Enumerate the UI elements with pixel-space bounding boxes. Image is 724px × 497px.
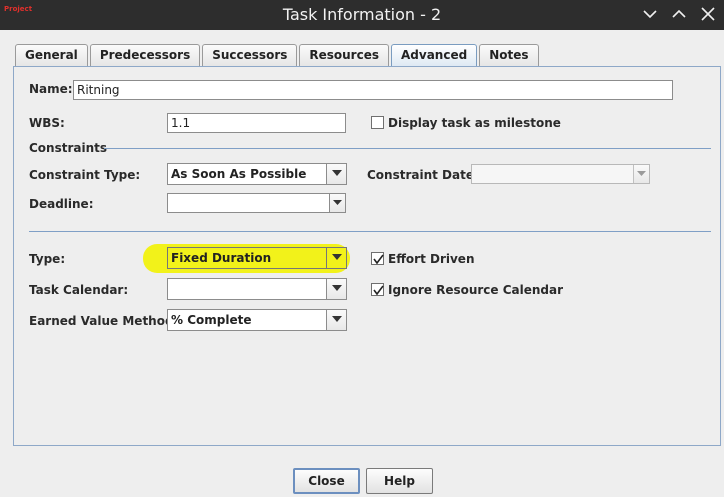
constraint-date-label: Constraint Date: [367,168,479,182]
tab-advanced[interactable]: Advanced [391,44,478,67]
task-calendar-label: Task Calendar: [29,283,129,297]
title-bar: Project Task Information - 2 [0,0,724,30]
tab-successors[interactable]: Successors [202,44,298,66]
deadline-label: Deadline: [29,197,94,211]
triangle-down-icon [332,316,342,322]
constraint-type-label: Constraint Type: [29,168,141,182]
constraints-separator [104,148,711,149]
milestone-label: Display task as milestone [388,116,561,130]
help-button[interactable]: Help [366,468,433,494]
constraints-header: Constraints [29,141,108,155]
triangle-down-icon [332,254,342,260]
deadline-picker[interactable] [167,193,346,213]
ignore-resource-calendar-label: Ignore Resource Calendar [388,283,564,297]
window-title: Task Information - 2 [282,5,442,24]
tab-general[interactable]: General [15,44,88,66]
triangle-down-icon [637,171,646,176]
tab-predecessors[interactable]: Predecessors [89,44,201,66]
name-input[interactable]: Ritning [73,80,673,100]
type-label: Type: [29,252,66,266]
close-window-button[interactable] [696,3,720,25]
check-icon [373,254,384,265]
wbs-label: WBS: [29,116,65,130]
milestone-checkbox[interactable] [371,116,384,129]
constraint-date-picker[interactable] [471,164,650,184]
triangle-down-icon [333,200,342,205]
type-select[interactable]: Fixed Duration [167,247,347,269]
triangle-down-icon [332,285,342,291]
wbs-input[interactable]: 1.1 [167,113,346,133]
deadline-dropdown[interactable] [329,194,345,212]
constraint-date-dropdown[interactable] [633,165,649,183]
ignore-resource-calendar-checkbox[interactable] [371,283,384,296]
type-dropdown[interactable] [326,248,346,268]
earned-value-label: Earned Value Method: [29,314,179,328]
tab-bar: General Predecessors Successors Resource… [15,44,541,67]
effort-driven-checkbox[interactable] [371,252,384,265]
advanced-panel [13,66,721,446]
constraint-type-value: As Soon As Possible [171,167,307,181]
type-value: Fixed Duration [171,251,272,265]
name-label: Name: [29,82,73,96]
chevron-up-icon [672,9,686,18]
effort-driven-label: Effort Driven [388,252,475,266]
type-separator [29,231,711,232]
constraint-type-select[interactable]: As Soon As Possible [167,163,347,185]
triangle-down-icon [332,170,342,176]
tab-notes[interactable]: Notes [479,44,539,66]
chevron-down-icon [643,10,657,19]
close-button[interactable]: Close [293,468,360,494]
tab-resources[interactable]: Resources [299,44,389,66]
earned-value-select[interactable]: % Complete [167,309,347,331]
earned-value-value: % Complete [171,313,252,327]
check-icon [373,285,384,296]
task-calendar-select[interactable] [167,278,347,300]
earned-value-dropdown[interactable] [326,310,346,330]
task-calendar-dropdown[interactable] [326,279,346,299]
close-icon [701,7,715,21]
constraint-type-dropdown[interactable] [326,164,346,184]
maximize-button[interactable] [667,3,691,25]
minimize-button[interactable] [638,3,662,25]
